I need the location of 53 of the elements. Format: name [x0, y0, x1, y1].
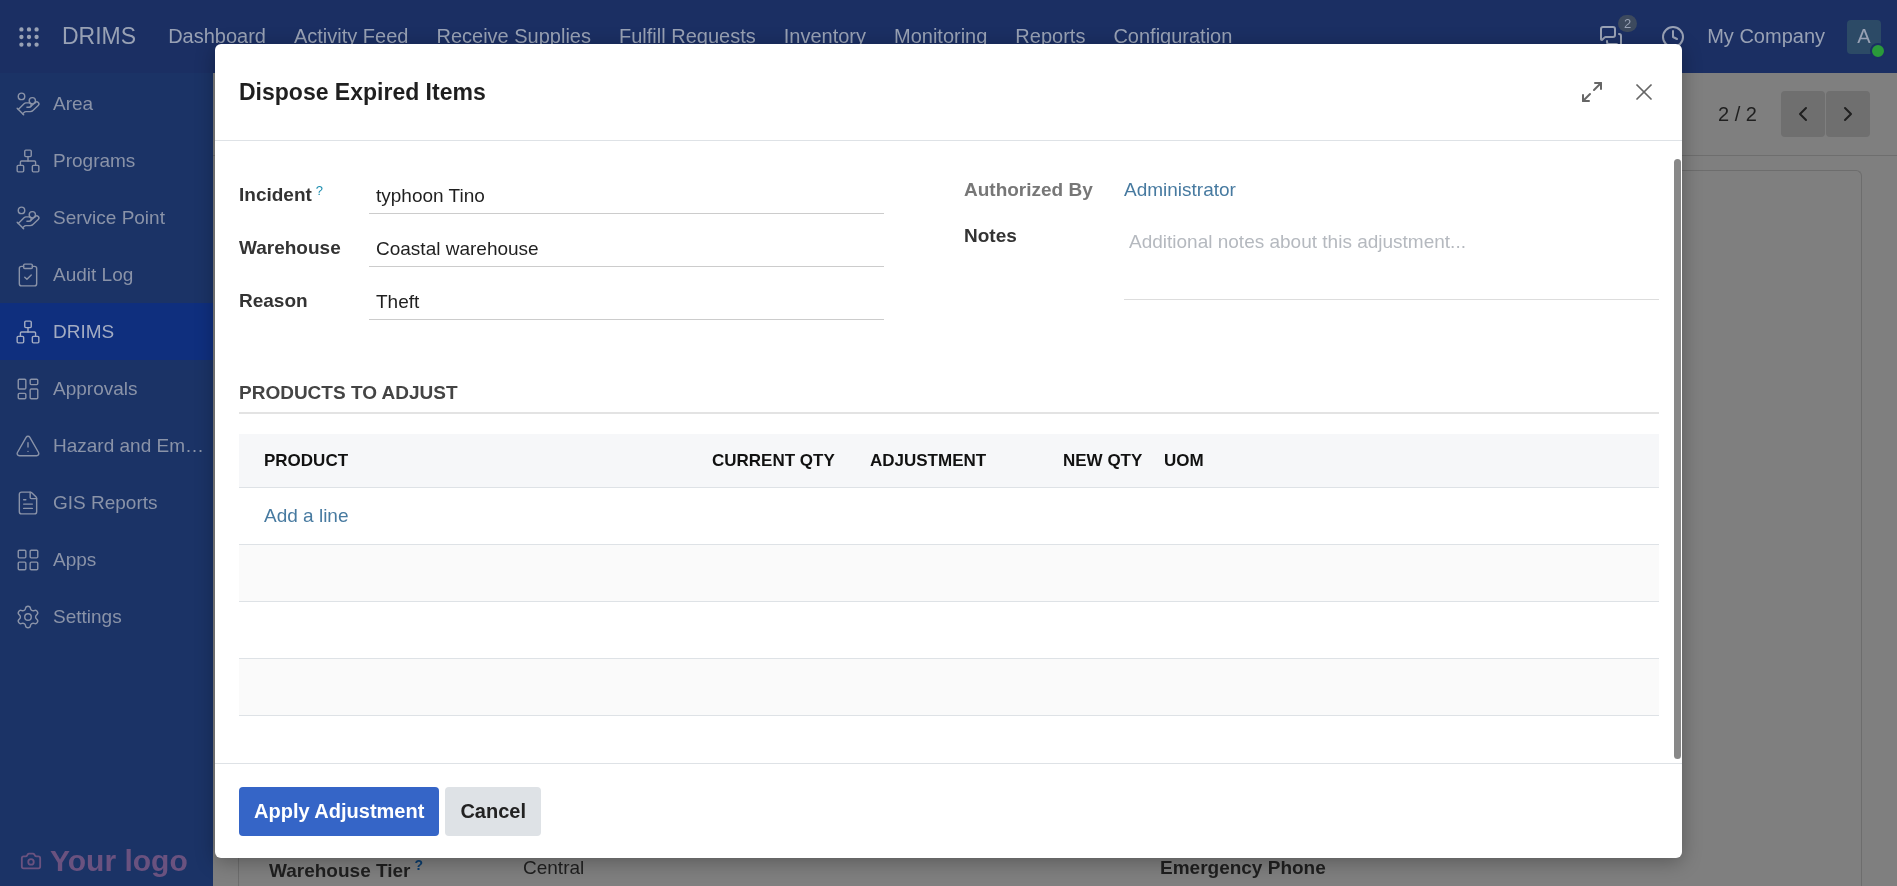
- sidebar-item-label: Approvals: [53, 377, 138, 400]
- field-label: Authorized By: [964, 179, 1094, 202]
- field-label: Warehouse: [239, 237, 341, 260]
- sidebar-item-label: Area: [53, 92, 94, 115]
- sidebar-item-label: Settings: [53, 605, 122, 628]
- logo-text: Your logo: [50, 844, 188, 878]
- sidebar-item-label: Apps: [53, 548, 97, 571]
- sidebar-item[interactable]: DRIMS: [0, 303, 213, 360]
- field-label: Reason: [239, 290, 308, 313]
- dialog-title: Dispose Expired Items: [239, 78, 486, 106]
- expand-icon: [1580, 80, 1604, 104]
- menu-item[interactable]: Dashboard: [154, 25, 280, 48]
- menu-item[interactable]: Activity Feed: [279, 25, 423, 48]
- network-icon: [15, 147, 41, 174]
- menu-item[interactable]: Monitoring: [879, 25, 1002, 48]
- field-label: Incident: [239, 184, 312, 207]
- user-link[interactable]: Administrator: [1124, 179, 1659, 201]
- expand-button[interactable]: [1580, 80, 1604, 104]
- sidebar-item-label: Programs: [53, 149, 136, 172]
- menu-item[interactable]: Reports: [1001, 25, 1100, 48]
- field-label: Emergency Phone: [1160, 856, 1326, 878]
- message-count: 2: [1617, 14, 1638, 32]
- menu-item[interactable]: Receive Supplies: [422, 25, 605, 48]
- sidebar-item-label: Service Point: [53, 206, 165, 229]
- menu-item[interactable]: Inventory: [769, 25, 880, 48]
- column-header: ADJUSTMENT: [870, 450, 988, 471]
- menu-item[interactable]: Fulfill Requests: [605, 25, 770, 48]
- section-heading: PRODUCTS TO ADJUST: [239, 382, 1659, 414]
- column-header: NEW QTY: [1063, 450, 1144, 471]
- sidebar-item-label: Audit Log: [53, 263, 134, 286]
- network-icon: [15, 318, 41, 345]
- pager-text: 2 / 2: [1718, 102, 1757, 126]
- company-name[interactable]: My Company: [1707, 25, 1825, 48]
- cancel-button[interactable]: Cancel: [445, 786, 541, 836]
- add-line-link[interactable]: Add a line: [264, 505, 349, 527]
- menu-item[interactable]: Configuration: [1099, 25, 1247, 48]
- hand-coin-icon: [15, 204, 41, 231]
- sidebar-item-label: DRIMS: [53, 320, 115, 343]
- field-value: Central: [523, 856, 586, 880]
- help-mark[interactable]: ?: [414, 856, 424, 873]
- field-label: Notes: [964, 225, 1018, 248]
- camera-icon: [20, 850, 42, 872]
- hand-coin-icon: [15, 90, 41, 117]
- apply-button[interactable]: Apply Adjustment: [239, 786, 440, 836]
- column-header: UOM: [1164, 450, 1205, 471]
- field-label: Warehouse Tier: [269, 860, 411, 881]
- help-mark[interactable]: ?: [315, 182, 324, 198]
- sidebar-item-label: GIS Reports: [53, 491, 158, 514]
- settings-icon: [15, 603, 41, 630]
- column-header: PRODUCT: [264, 450, 350, 471]
- sidebar-item-label: Hazard and Em…: [53, 434, 204, 457]
- app-name: DRIMS: [62, 23, 137, 50]
- column-header: CURRENT QTY: [712, 450, 836, 471]
